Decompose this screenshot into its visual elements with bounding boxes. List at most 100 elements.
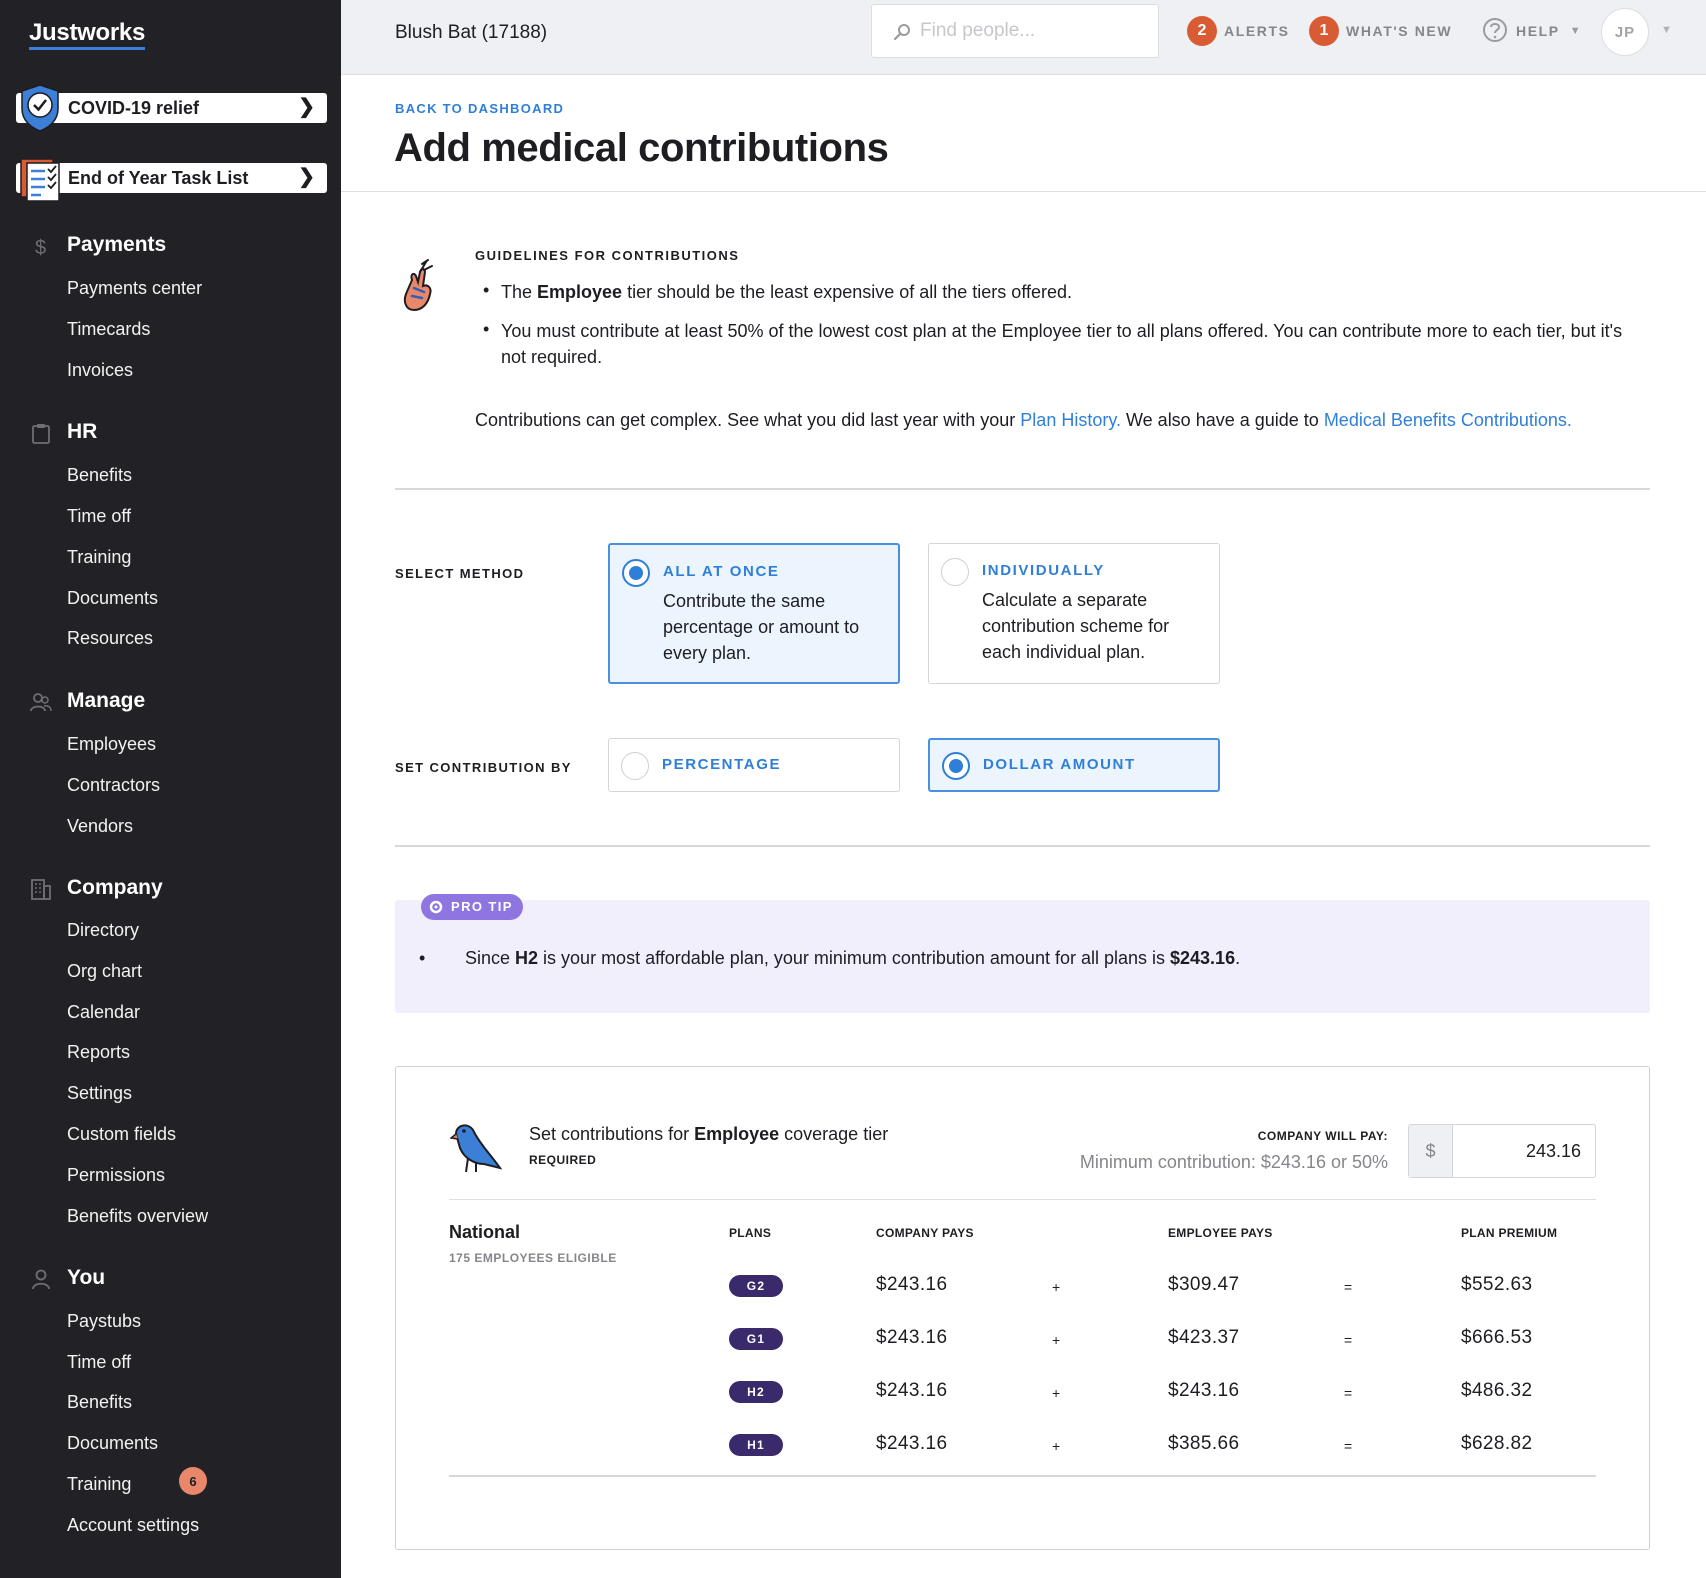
plus-sign: + (1052, 1385, 1061, 1401)
alerts-button[interactable]: 2 ALERTS (1187, 15, 1290, 47)
help-icon (1483, 18, 1507, 42)
option-title: PERCENTAGE (662, 756, 782, 773)
plan-badge: H1 (729, 1434, 783, 1456)
shield-check-icon (21, 84, 59, 132)
topbar: Blush Bat (17188) 2 ALERTS 1 WHAT'S NEW … (341, 0, 1706, 75)
employee-pays-cell: $309.47 (1168, 1274, 1240, 1295)
guideline-item-2: You must contribute at least 50% of the … (501, 321, 1623, 367)
company-pay-amount-input[interactable] (1461, 1137, 1581, 1165)
end-of-year-task-list-link[interactable]: End of Year Task List ❯ (16, 158, 327, 202)
pro-tip-text: Since H2 is your most affordable plan, y… (465, 948, 1241, 968)
employee-pays-cell: $423.37 (1168, 1327, 1240, 1348)
nav-item-vendors[interactable]: Vendors (67, 816, 133, 837)
search-input[interactable] (920, 17, 1140, 45)
nav-item-directory[interactable]: Directory (67, 920, 139, 941)
nav-section-payments[interactable]: Payments (67, 233, 166, 257)
column-header-plan-premium: PLAN PREMIUM (1461, 1226, 1558, 1240)
task-list-icon (20, 158, 60, 202)
gear-icon (429, 900, 443, 914)
nav-item-account-settings[interactable]: Account settings (67, 1515, 199, 1536)
nav-item-benefits-overview[interactable]: Benefits overview (67, 1206, 208, 1227)
medical-contributions-guide-link[interactable]: Medical Benefits Contributions. (1324, 410, 1572, 430)
bird-icon (450, 1124, 502, 1173)
whats-new-count-badge: 1 (1309, 16, 1339, 46)
nav-item-you-documents[interactable]: Documents (67, 1433, 158, 1454)
option-description: Calculate a separate contribution scheme… (982, 590, 1170, 662)
nav-item-employees[interactable]: Employees (67, 734, 156, 755)
option-description: Contribute the same percentage or amount… (663, 591, 860, 663)
end-of-year-task-list-label: End of Year Task List (68, 167, 249, 188)
contribution-dollar-amount-option[interactable]: DOLLAR AMOUNT (928, 738, 1220, 792)
select-method-label: SELECT METHOD (395, 566, 525, 581)
company-pays-cell: $243.16 (876, 1327, 948, 1348)
whats-new-button[interactable]: 1 WHAT'S NEW (1309, 15, 1452, 47)
company-will-pay-label: COMPANY WILL PAY: (1257, 1129, 1388, 1143)
nav-item-reports[interactable]: Reports (67, 1042, 130, 1063)
equals-sign: = (1344, 1332, 1353, 1348)
covid-relief-label: COVID-19 relief (68, 97, 200, 118)
nav-item-payments-center[interactable]: Payments center (67, 278, 202, 299)
radio-unselected-icon[interactable] (621, 752, 649, 780)
radio-selected-icon[interactable] (942, 752, 970, 780)
nav-item-benefits[interactable]: Benefits (67, 465, 132, 486)
nav-item-resources[interactable]: Resources (67, 628, 153, 649)
contribution-percentage-option[interactable]: PERCENTAGE (608, 738, 900, 792)
search-box[interactable] (871, 4, 1159, 58)
search-icon (893, 24, 910, 41)
plan-history-link[interactable]: Plan History. (1020, 410, 1121, 430)
nav-item-time-off[interactable]: Time off (67, 506, 131, 527)
nav-item-you-benefits[interactable]: Benefits (67, 1392, 132, 1413)
nav-item-calendar[interactable]: Calendar (67, 1002, 140, 1023)
svg-text:$: $ (35, 237, 46, 257)
nav-section-company[interactable]: Company (67, 876, 163, 900)
guidelines-more-info: Contributions can get complex. See what … (475, 410, 1572, 430)
equals-sign: = (1344, 1279, 1353, 1295)
building-icon (31, 879, 51, 900)
nav-item-custom-fields[interactable]: Custom fields (67, 1124, 176, 1145)
nav-section-you[interactable]: You (67, 1266, 105, 1290)
nav-item-paystubs[interactable]: Paystubs (67, 1311, 141, 1332)
company-pay-amount-field[interactable]: $ (1408, 1124, 1596, 1178)
nav-section-manage[interactable]: Manage (67, 689, 145, 713)
employee-pays-cell: $243.16 (1168, 1380, 1240, 1401)
help-label: HELP (1516, 23, 1560, 39)
covid-relief-link[interactable]: COVID-19 relief ❯ (16, 84, 327, 132)
nav-item-settings[interactable]: Settings (67, 1083, 132, 1104)
nav-section-hr[interactable]: HR (67, 420, 97, 444)
nav-item-timecards[interactable]: Timecards (67, 319, 150, 340)
method-all-at-once-option[interactable]: ALL AT ONCE Contribute the same percenta… (608, 543, 900, 684)
bullet-dot: • (483, 319, 490, 339)
table-bottom-divider (449, 1475, 1596, 1477)
radio-selected-icon[interactable] (622, 559, 650, 587)
page-title: Add medical contributions (394, 126, 889, 170)
chevron-right-icon: ❯ (298, 96, 315, 118)
plan-premium-cell: $628.82 (1461, 1433, 1533, 1454)
alerts-label: ALERTS (1224, 23, 1290, 39)
caret-down-icon: ▼ (1569, 25, 1583, 37)
nav-item-you-time-off[interactable]: Time off (67, 1352, 131, 1373)
help-button[interactable]: HELP ▼ (1481, 15, 1582, 47)
nav-item-contractors[interactable]: Contractors (67, 775, 160, 796)
nav-item-you-training[interactable]: Training (67, 1474, 131, 1495)
plan-group-eligible: 175 EMPLOYEES ELIGIBLE (449, 1251, 617, 1265)
plus-sign: + (1052, 1279, 1061, 1295)
option-title: DOLLAR AMOUNT (983, 756, 1136, 773)
nav-item-documents[interactable]: Documents (67, 588, 158, 609)
justworks-logo[interactable]: Justworks (29, 20, 145, 50)
column-header-company-pays: COMPANY PAYS (876, 1226, 974, 1240)
avatar-caret-down-icon[interactable]: ▼ (1661, 24, 1672, 36)
crossed-fingers-icon (403, 259, 433, 312)
section-divider (395, 488, 1650, 490)
back-to-dashboard-link[interactable]: BACK TO DASHBOARD (395, 101, 564, 116)
method-individually-option[interactable]: INDIVIDUALLY Calculate a separate contri… (928, 543, 1220, 684)
company-pays-cell: $243.16 (876, 1274, 948, 1295)
radio-unselected-icon[interactable] (941, 558, 969, 586)
nav-item-training[interactable]: Training (67, 547, 131, 568)
column-header-plans: PLANS (729, 1226, 772, 1240)
employee-pays-cell: $385.66 (1168, 1433, 1240, 1454)
dollar-icon: $ (35, 237, 46, 257)
nav-item-invoices[interactable]: Invoices (67, 360, 133, 381)
avatar[interactable]: JP (1601, 8, 1649, 56)
nav-item-org-chart[interactable]: Org chart (67, 961, 142, 982)
nav-item-permissions[interactable]: Permissions (67, 1165, 165, 1186)
